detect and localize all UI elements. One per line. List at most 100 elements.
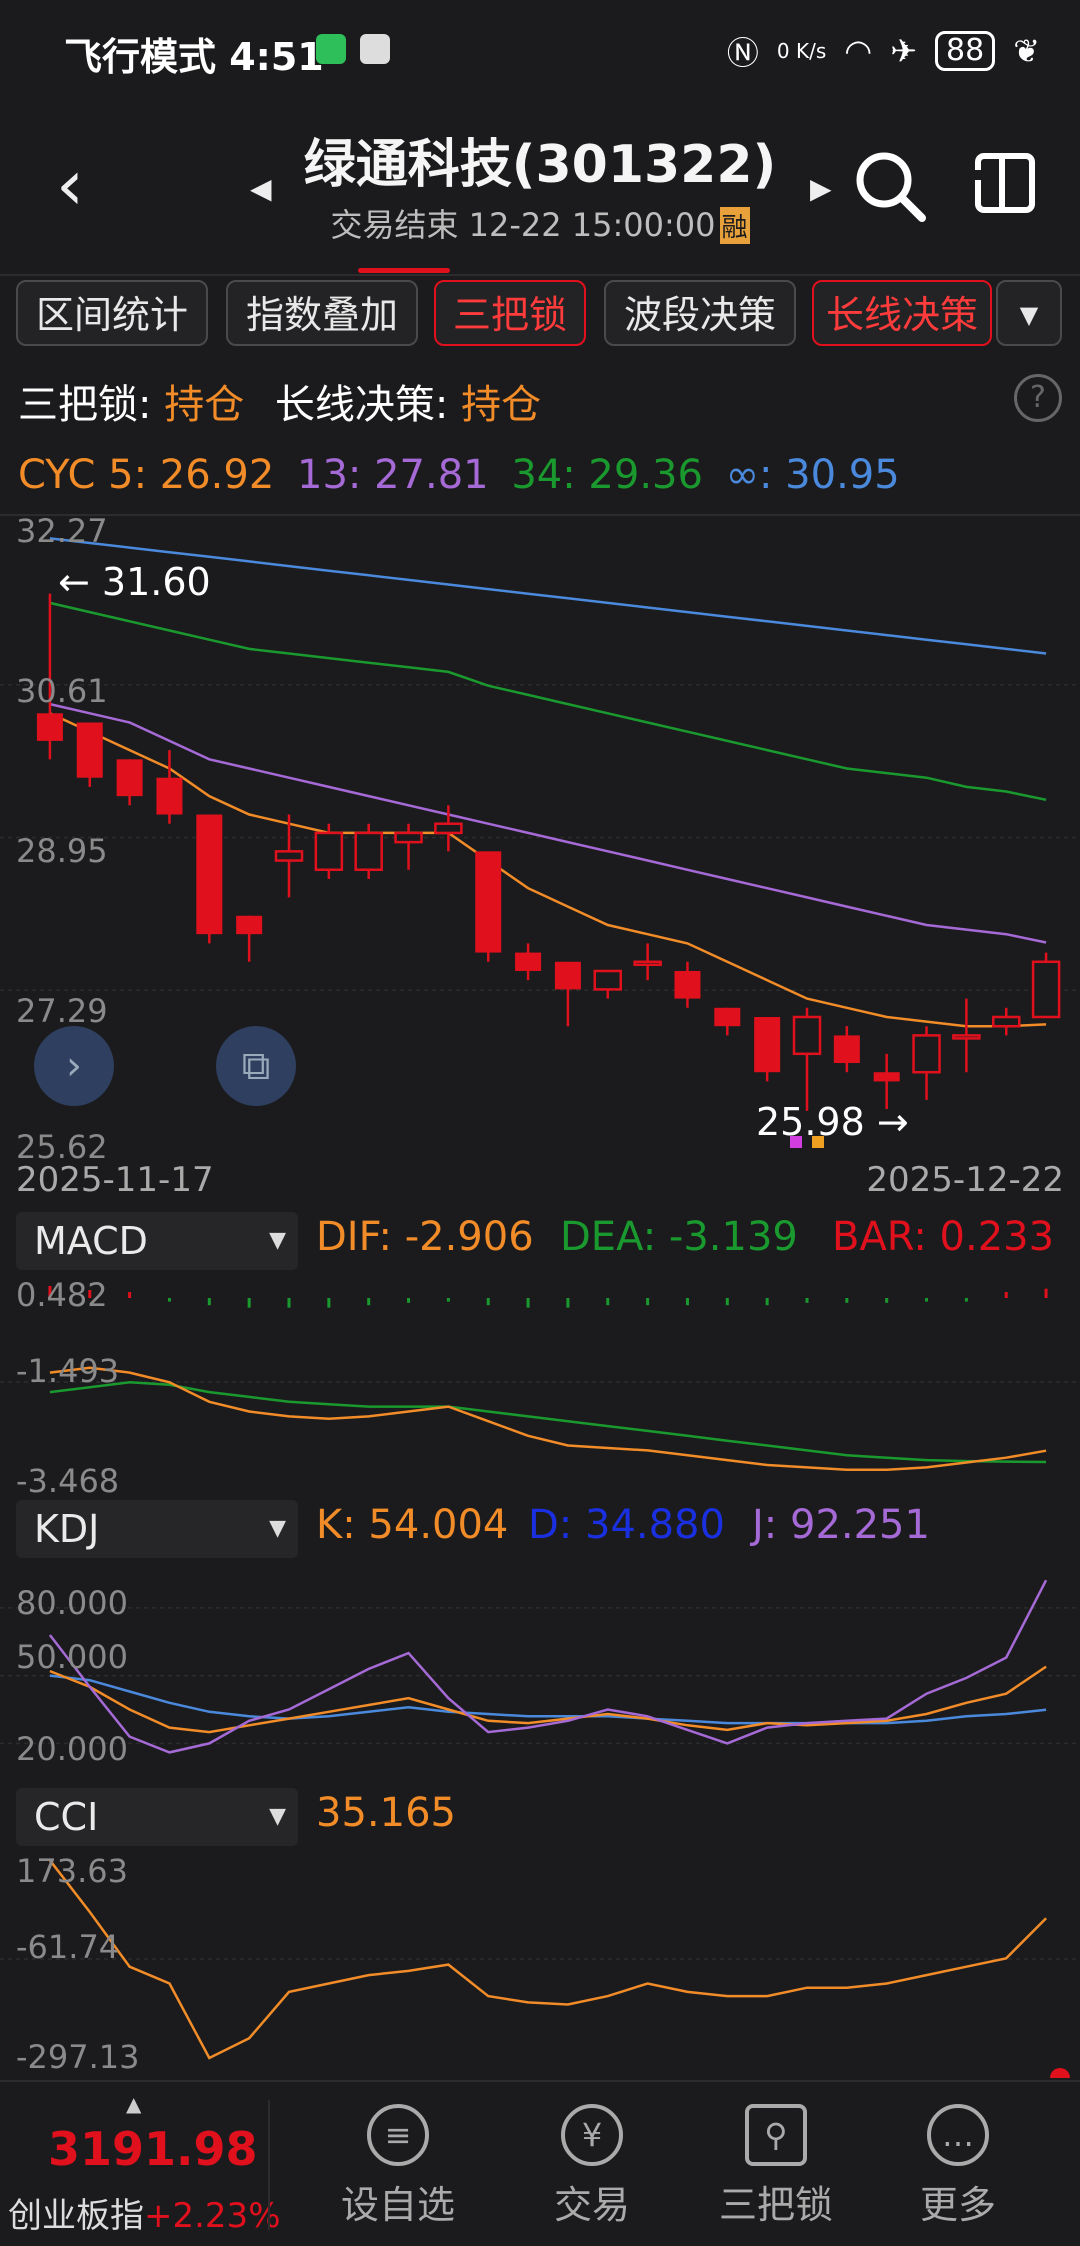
macd-tick-1: 0.482 bbox=[16, 1276, 108, 1314]
y-tick-1: 32.27 bbox=[16, 512, 108, 550]
low-price-label: 25.98 → bbox=[756, 1100, 909, 1144]
candle-body-down bbox=[833, 1035, 860, 1064]
yen-icon: ¥ bbox=[561, 2104, 623, 2166]
cyc34-label: 34: 29.36 bbox=[511, 452, 703, 498]
airplane-icon: ✈ bbox=[890, 32, 917, 70]
cyc13-label: 13: 27.81 bbox=[297, 452, 489, 498]
candle-body-down bbox=[754, 1016, 781, 1073]
cci-dot bbox=[1050, 2068, 1070, 2078]
y-tick-2: 30.61 bbox=[16, 672, 108, 710]
bar-value: BAR: 0.233 bbox=[832, 1214, 1055, 1260]
macd-selector[interactable]: MACD ▼ bbox=[16, 1212, 298, 1270]
band-decision-button[interactable]: 波段决策 bbox=[604, 280, 796, 346]
high-price-label: ← 31.60 bbox=[58, 560, 211, 604]
kdj-selector[interactable]: KDJ ▼ bbox=[16, 1500, 298, 1558]
candle-body-up bbox=[792, 1015, 822, 1056]
cci-tick-3: -297.13 bbox=[16, 2038, 140, 2076]
divider bbox=[0, 274, 1080, 276]
high-price-value: 31.60 bbox=[101, 560, 211, 604]
three-locks-button[interactable]: 三把锁 bbox=[434, 280, 586, 346]
lock-value: 持仓 bbox=[164, 382, 245, 428]
kdj-chart[interactable] bbox=[0, 1566, 1080, 1776]
candle-body-down bbox=[76, 722, 103, 778]
lock-icon: ⚲ bbox=[745, 2104, 807, 2166]
lock-label: 三把锁: bbox=[18, 382, 152, 428]
candle-body-down bbox=[475, 851, 502, 953]
cyc5-label: CYC 5: 26.92 bbox=[18, 452, 275, 498]
d-value: D: 34.880 bbox=[528, 1502, 725, 1548]
nav-more[interactable]: … 更多 bbox=[878, 2104, 1038, 2229]
nav-label: 交易 bbox=[553, 2183, 630, 2227]
candle-body-down bbox=[674, 970, 701, 999]
nav-label: 三把锁 bbox=[718, 2183, 833, 2227]
huawei-app-icon bbox=[360, 34, 390, 64]
candle-body-up bbox=[1031, 960, 1061, 1019]
nfc-icon: Ⓝ bbox=[726, 34, 759, 72]
macd-chart[interactable] bbox=[0, 1278, 1080, 1488]
status-bar-icons: Ⓝ 0 K/s ◠ ✈ 88 ❦ bbox=[727, 28, 1040, 74]
cci-chart[interactable] bbox=[0, 1852, 1080, 2078]
toolbar-dropdown-icon[interactable]: ▼ bbox=[996, 280, 1062, 346]
candle-body-up bbox=[991, 1015, 1021, 1028]
fullscreen-icon[interactable]: ⧉ bbox=[216, 1026, 296, 1106]
candle-body-up bbox=[354, 831, 383, 872]
share-screen-icon[interactable] bbox=[972, 150, 1038, 216]
battery-icon: 88 bbox=[935, 31, 996, 71]
nav-trade[interactable]: ¥ 交易 bbox=[512, 2104, 672, 2229]
expand-up-icon[interactable]: ▲ bbox=[126, 2092, 141, 2116]
candle-body-up bbox=[394, 831, 423, 844]
cci-selector-label: CCI bbox=[34, 1795, 99, 1839]
cycinf-label: ∞: 30.95 bbox=[725, 452, 900, 498]
candle-body-down bbox=[515, 952, 542, 971]
index-quote[interactable]: 创业板指+2.23% bbox=[8, 2188, 281, 2237]
cyc34-line bbox=[49, 601, 1047, 802]
nav-label: 更多 bbox=[919, 2183, 996, 2227]
nav-label: 设自选 bbox=[340, 2183, 455, 2227]
search-icon[interactable] bbox=[852, 148, 928, 224]
status-bar: 飞行模式 4:51 Ⓝ 0 K/s ◠ ✈ 88 ❦ bbox=[0, 0, 1080, 100]
candlestick-chart[interactable] bbox=[0, 516, 1080, 1160]
long-term-decision-button[interactable]: 长线决策 bbox=[812, 280, 992, 346]
list-icon: ≡ bbox=[367, 2104, 429, 2166]
candle-body-up bbox=[952, 1034, 981, 1040]
divider bbox=[268, 2100, 270, 2230]
candle-body-down bbox=[36, 713, 63, 741]
expand-arrow-icon[interactable]: › bbox=[34, 1026, 114, 1106]
candle-body-down bbox=[873, 1072, 900, 1082]
nav-three-locks[interactable]: ⚲ 三把锁 bbox=[696, 2104, 856, 2229]
k-value: K: 54.004 bbox=[316, 1502, 509, 1548]
j-value: J: 92.251 bbox=[752, 1502, 930, 1548]
caret-down-icon: ▼ bbox=[269, 1516, 286, 1541]
help-icon[interactable]: ? bbox=[1014, 374, 1062, 422]
macd-selector-label: MACD bbox=[34, 1219, 148, 1263]
kdj-tick-1: 80.000 bbox=[16, 1584, 128, 1622]
candle-body-down bbox=[196, 814, 223, 935]
candle-body-up bbox=[314, 831, 344, 872]
trade-status-text: 交易结束 12-22 15:00:00 bbox=[330, 206, 716, 244]
index-name: 创业板指 bbox=[8, 2196, 144, 2236]
long-value: 持仓 bbox=[461, 382, 542, 428]
candle-body-up bbox=[434, 822, 463, 835]
candle-body-down bbox=[116, 759, 143, 797]
interval-stats-button[interactable]: 区间统计 bbox=[16, 280, 208, 346]
status-bar-time: 飞行模式 4:51 bbox=[64, 35, 324, 79]
kdj-tick-3: 20.000 bbox=[16, 1730, 128, 1768]
wifi-icon: ◠ bbox=[844, 32, 873, 70]
d-line bbox=[49, 1674, 1047, 1725]
cyc-legend: CYC 5: 26.92 13: 27.81 34: 29.36 ∞: 30.9… bbox=[18, 452, 900, 498]
candle-body-up bbox=[633, 960, 662, 967]
nav-add-watchlist[interactable]: ≡ 设自选 bbox=[318, 2104, 478, 2229]
index-percent: +2.23% bbox=[144, 2196, 281, 2236]
cci-selector[interactable]: CCI ▼ bbox=[16, 1788, 298, 1846]
candle-body-down bbox=[236, 915, 263, 935]
tab-indicator bbox=[358, 268, 450, 273]
cci-tick-2: -61.74 bbox=[16, 1928, 120, 1966]
cci-tick-1: 173.63 bbox=[16, 1852, 128, 1890]
date-start: 2025-11-17 bbox=[16, 1160, 214, 1200]
signal-line: 三把锁: 持仓 长线决策: 持仓 bbox=[18, 372, 541, 430]
candle-body-down bbox=[714, 1007, 741, 1027]
y-tick-4: 27.29 bbox=[16, 992, 108, 1030]
index-overlay-button[interactable]: 指数叠加 bbox=[226, 280, 418, 346]
index-value[interactable]: 3191.98 bbox=[48, 2122, 258, 2176]
kdj-selector-label: KDJ bbox=[34, 1507, 100, 1551]
